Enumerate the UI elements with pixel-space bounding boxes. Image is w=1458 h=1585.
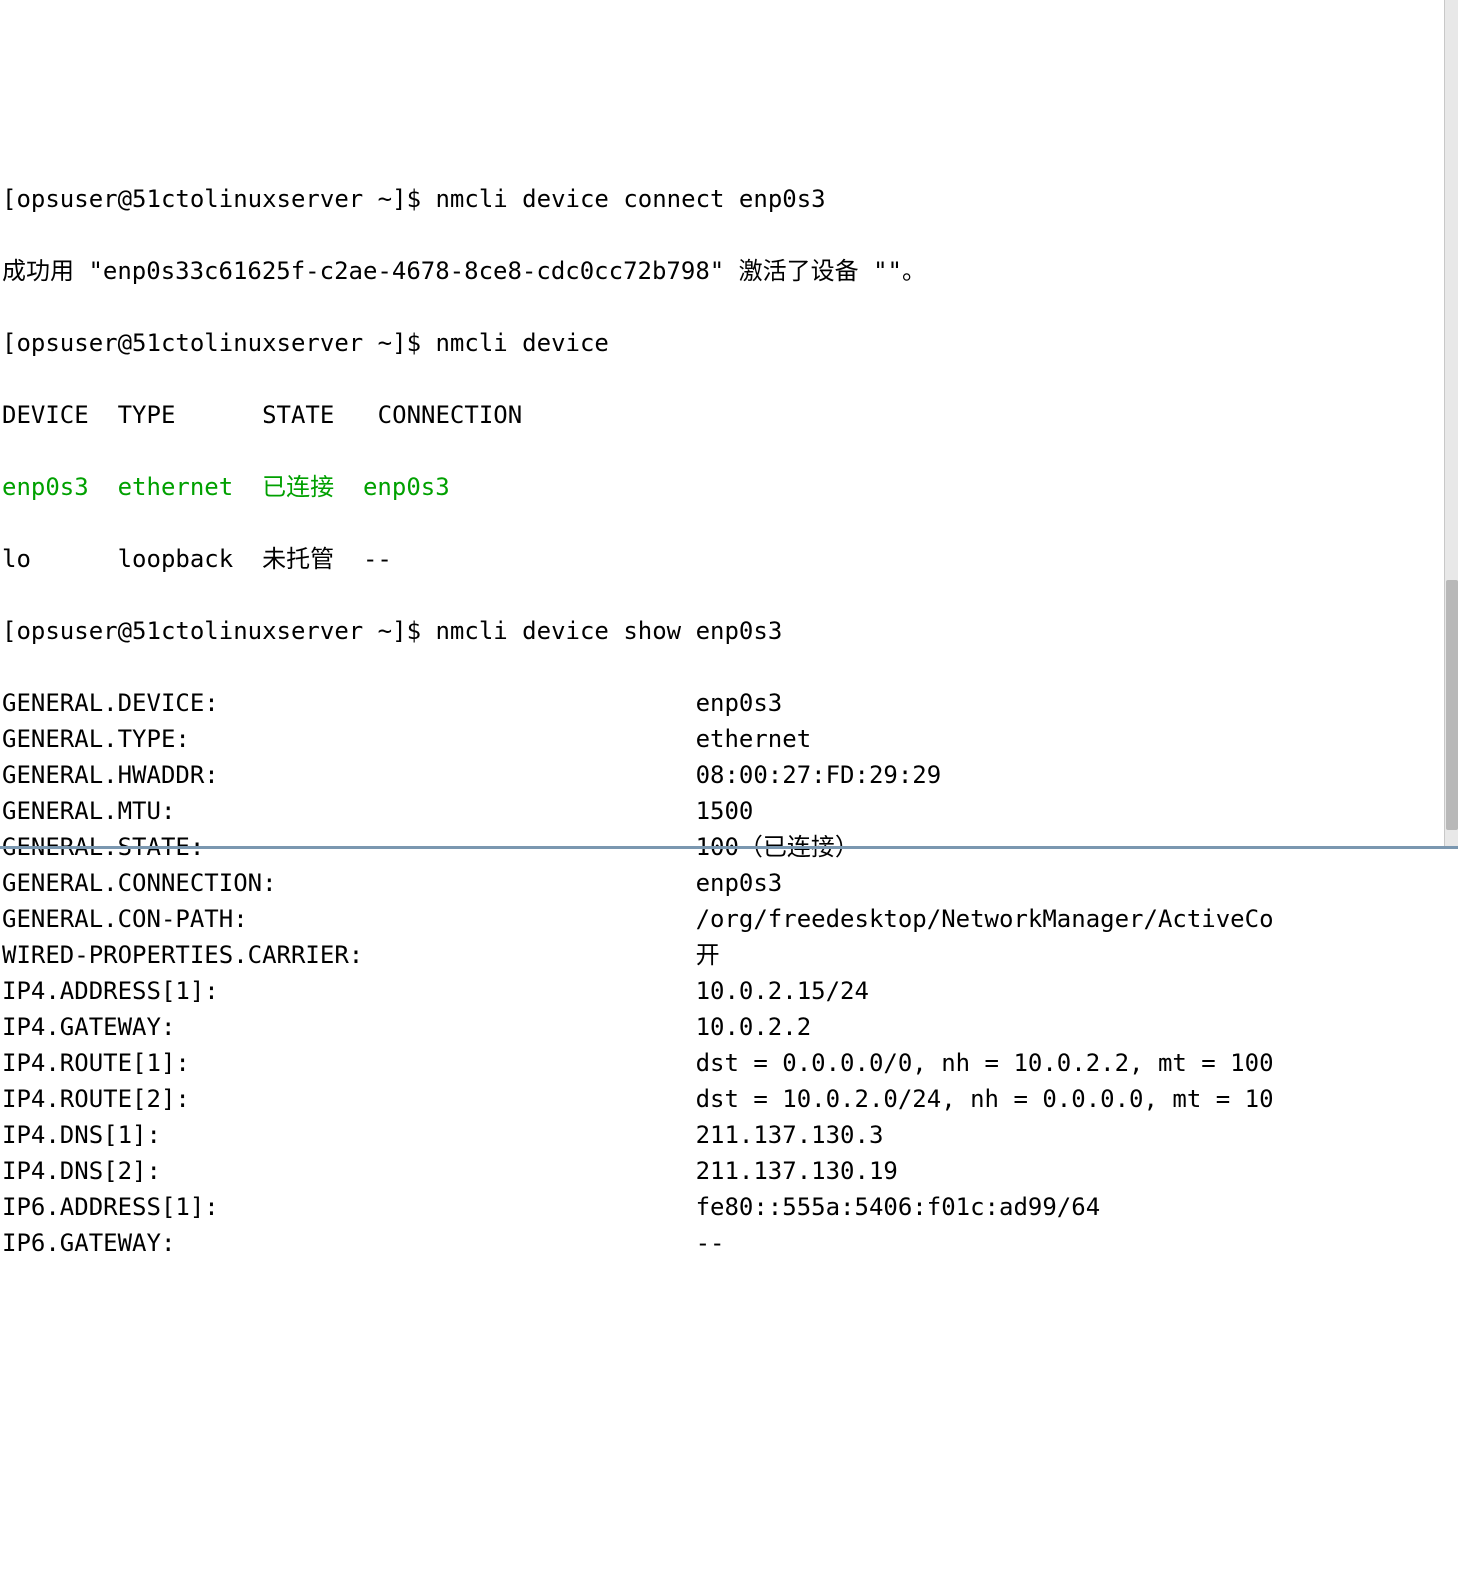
output-line-activation: 成功用 "enp0s33c61625f-c2ae-4678-8ce8-cdc0c…	[2, 253, 1456, 289]
prompt-line-2: [opsuser@51ctolinuxserver ~]$ nmcli devi…	[2, 325, 1456, 361]
scrollbar-thumb[interactable]	[1446, 580, 1458, 830]
device-table-header: DEVICE TYPE STATE CONNECTION	[2, 397, 1456, 433]
shell-prompt: [opsuser@51ctolinuxserver ~]$	[2, 329, 435, 357]
prompt-line-3: [opsuser@51ctolinuxserver ~]$ nmcli devi…	[2, 613, 1456, 649]
device-table-row-lo: lo loopback 未托管 --	[2, 541, 1456, 577]
device-table-row-enp0s3: enp0s3 ethernet 已连接 enp0s3	[2, 469, 1456, 505]
command-text: nmcli device show enp0s3	[435, 617, 782, 645]
terminal-output[interactable]: [opsuser@51ctolinuxserver ~]$ nmcli devi…	[2, 145, 1456, 1297]
prompt-line-1: [opsuser@51ctolinuxserver ~]$ nmcli devi…	[2, 181, 1456, 217]
shell-prompt: [opsuser@51ctolinuxserver ~]$	[2, 617, 435, 645]
device-details: GENERAL.DEVICE: enp0s3 GENERAL.TYPE: eth…	[2, 685, 1456, 1261]
shell-prompt: [opsuser@51ctolinuxserver ~]$	[2, 185, 435, 213]
command-text: nmcli device	[435, 329, 608, 357]
command-text: nmcli device connect enp0s3	[435, 185, 825, 213]
scrollbar-track[interactable]	[1444, 0, 1458, 849]
